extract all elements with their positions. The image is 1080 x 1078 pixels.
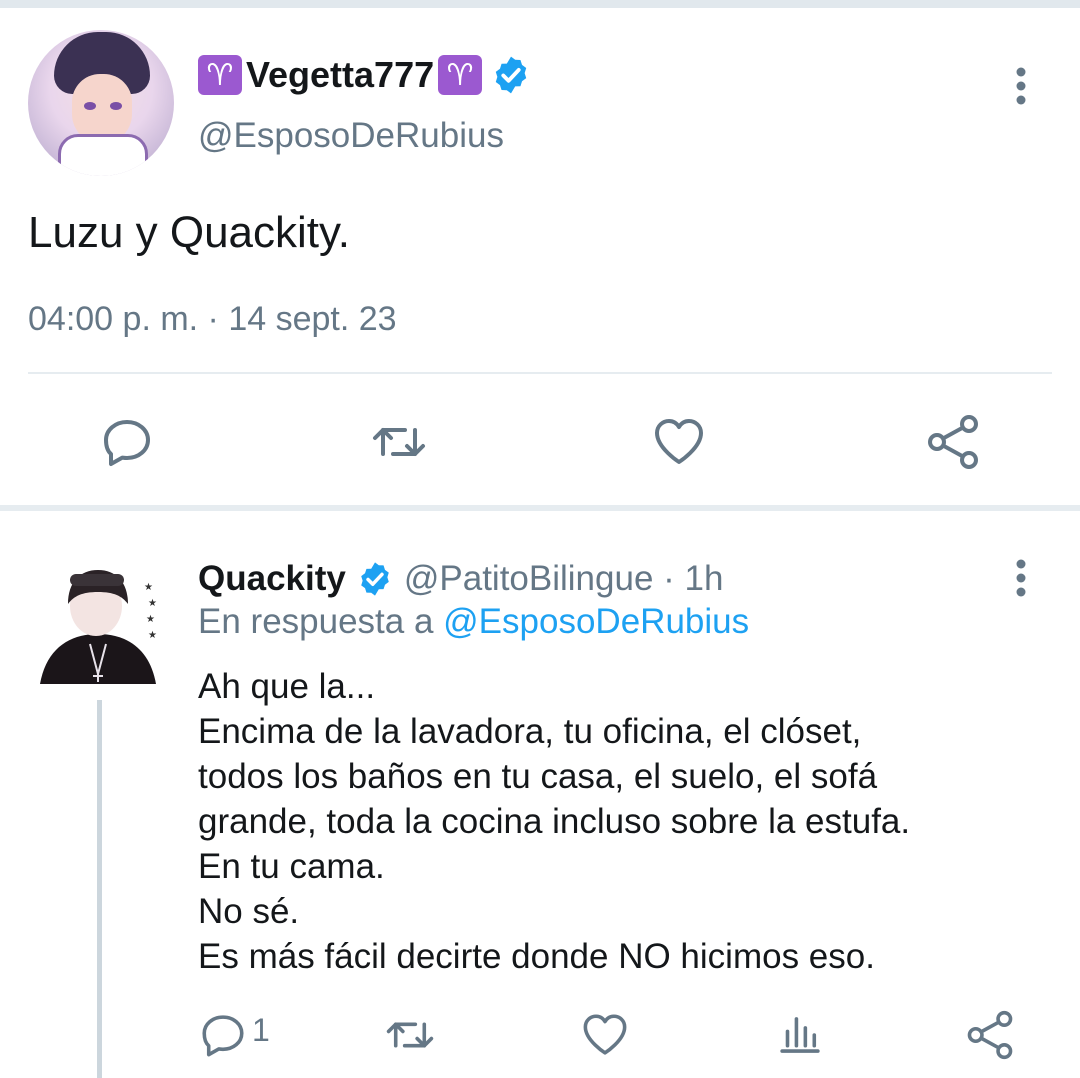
reply-text-line: Es más fácil decirte donde NO hicimos es… — [198, 937, 875, 976]
reply-icon[interactable] — [198, 1010, 248, 1060]
author-handle-time[interactable]: @PatitoBilingue · 1h — [404, 559, 724, 599]
more-options-icon[interactable] — [1006, 556, 1036, 600]
reply-icon[interactable] — [99, 414, 155, 470]
avatar[interactable] — [28, 30, 174, 176]
author-name-line[interactable]: ♈ Vegetta777 ♈ — [198, 50, 532, 100]
share-icon[interactable] — [965, 1010, 1015, 1060]
avatar[interactable]: ★ ★ ★ ★ — [36, 554, 160, 698]
like-icon[interactable] — [651, 414, 707, 470]
svg-text:★: ★ — [148, 630, 157, 641]
aries-emoji: ♈ — [438, 55, 483, 95]
aries-emoji: ♈ — [198, 55, 242, 95]
reply-author-line[interactable]: Quackity @PatitoBilingue · 1h — [198, 556, 723, 602]
reply-text-line: grande, toda la cocina incluso sobre la … — [198, 802, 911, 841]
like-icon[interactable] — [580, 1010, 630, 1060]
svg-text:★: ★ — [148, 598, 157, 609]
reply-text: Ah que la... Encima de la lavadora, tu o… — [198, 664, 1058, 979]
reply-text-line: En tu cama. — [198, 847, 385, 886]
share-icon[interactable] — [925, 414, 981, 470]
display-name[interactable]: Quackity — [198, 559, 346, 599]
more-options-icon[interactable] — [1006, 64, 1036, 108]
reply-count: 1 — [252, 1012, 270, 1048]
in-reply-label: En respuesta a — [198, 602, 444, 641]
svg-text:★: ★ — [144, 582, 153, 593]
stats-icon[interactable] — [775, 1010, 825, 1060]
tweet-timestamp[interactable]: 04:00 p. m. · 14 sept. 23 — [28, 300, 397, 339]
svg-text:★: ★ — [146, 614, 155, 625]
verified-badge-icon — [495, 56, 527, 94]
main-tweet: ♈ Vegetta777 ♈ @EsposoDeRubius Luzu y Qu… — [0, 8, 1080, 508]
mention-link[interactable]: @EsposoDeRubius — [443, 602, 749, 641]
tweet-text: Luzu y Quackity. — [28, 208, 350, 257]
verified-badge-icon — [361, 562, 389, 596]
in-reply-to: En respuesta a @EsposoDeRubius — [198, 602, 749, 642]
reply-text-line: Encima de la lavadora, tu oficina, el cl… — [198, 712, 862, 751]
section-divider — [0, 505, 1080, 511]
retweet-icon[interactable] — [385, 1010, 435, 1060]
divider — [28, 372, 1052, 374]
author-handle[interactable]: @EsposoDeRubius — [198, 116, 504, 156]
reply-text-line: No sé. — [198, 892, 300, 931]
reply-text-line: todos los baños en tu casa, el suelo, el… — [198, 757, 878, 796]
display-name[interactable]: Vegetta777 — [246, 54, 434, 96]
retweet-icon[interactable] — [371, 414, 427, 470]
thread-line — [97, 700, 102, 1078]
top-divider — [0, 0, 1080, 8]
reply-text-line: Ah que la... — [198, 667, 376, 706]
